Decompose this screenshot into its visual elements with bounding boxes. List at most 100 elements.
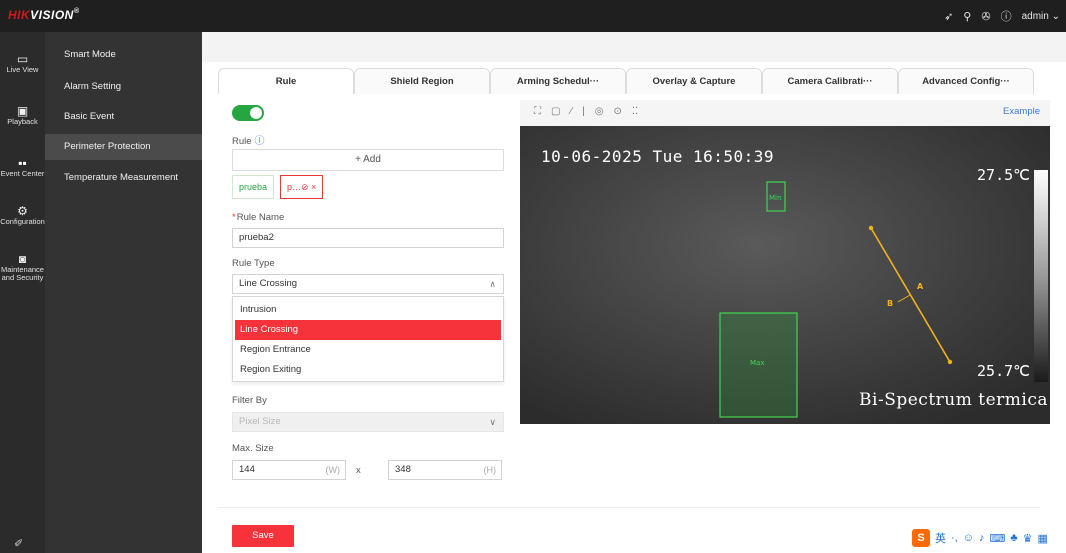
keyboard-icon[interactable]: ⌨ xyxy=(989,532,1005,545)
filter-by-label: Filter By xyxy=(232,395,267,406)
rule-chip-prueba[interactable]: prueba xyxy=(232,175,275,199)
nav-label: Event Center xyxy=(0,169,45,178)
ime-toolbar: S 英 ·, ☺ ♪ ⌨ ♣ ♛ ▦ xyxy=(912,528,1048,548)
toolbox-icon[interactable]: ♛ xyxy=(1023,532,1033,545)
search-icon[interactable]: ⚲ xyxy=(963,10,971,23)
ime-language-toggle[interactable]: 英 xyxy=(935,530,946,546)
menu-grid-icon[interactable]: ▦ xyxy=(1037,532,1047,545)
nav-playback[interactable]: ▣ Playback xyxy=(0,104,45,126)
rule-name-input[interactable]: prueba2 xyxy=(232,228,504,248)
enable-toggle[interactable] xyxy=(232,105,264,121)
line-end-handle[interactable] xyxy=(947,359,953,365)
osd-channel-name: Bi-Spectrum termica xyxy=(859,390,1048,410)
tool-divider: | xyxy=(582,106,585,117)
tab-advanced-config[interactable]: Advanced Config··· xyxy=(898,68,1034,94)
nav-label: Playback xyxy=(7,117,38,126)
nav-label: Live View xyxy=(6,65,39,74)
option-line-crossing[interactable]: Line Crossing xyxy=(235,320,501,340)
user-menu[interactable]: admin ⌄ xyxy=(1022,11,1060,22)
rule-type-select[interactable]: Line Crossing ∧ xyxy=(232,274,504,294)
camera-icon[interactable]: ◎ xyxy=(595,106,604,117)
user-name: admin xyxy=(1021,10,1049,22)
tab-rule[interactable]: Rule xyxy=(218,68,354,94)
tab-overlay-capture[interactable]: Overlay & Capture xyxy=(626,68,762,94)
required-mark: * xyxy=(232,212,236,223)
max-height-value: 348 xyxy=(395,464,411,475)
event-submenu: Smart Mode Alarm Setting Basic Event Per… xyxy=(45,32,202,553)
line-side-a: A xyxy=(917,282,924,291)
top-right-controls: ➶ ⚲ ✇ ⓘ admin ⌄ xyxy=(944,0,1060,32)
height-unit: (H) xyxy=(483,465,497,475)
rule-chip-selected[interactable]: p…⊘ × xyxy=(280,175,324,199)
fullscreen-icon[interactable]: ⁚⁚ xyxy=(632,106,638,117)
nav-event-center[interactable]: ▪▪ Event Center xyxy=(0,156,45,178)
filter-by-value: Pixel Size xyxy=(239,416,281,427)
line-draw-icon[interactable]: ⁄ xyxy=(570,106,572,117)
chevron-down-icon: ⌄ xyxy=(1051,10,1060,22)
rule-type-value: Line Crossing xyxy=(239,278,298,289)
shield-icon: ◙ xyxy=(18,252,27,266)
play-icon: ▣ xyxy=(16,104,29,118)
chevron-up-icon: ∧ xyxy=(489,279,496,289)
rule-label-row: Rule ⓘ xyxy=(232,132,265,147)
filter-by-select: Pixel Size ∨ xyxy=(232,412,504,432)
nav-label: Maintenance and Security xyxy=(1,265,44,282)
example-link[interactable]: Example xyxy=(1003,106,1040,117)
top-bar: HIKVISION® ➶ ⚲ ✇ ⓘ admin ⌄ xyxy=(0,0,1066,32)
rectangle-icon[interactable]: ▢ xyxy=(551,106,560,117)
send-icon[interactable]: ➶ xyxy=(944,10,953,23)
add-rule-button[interactable]: + Add xyxy=(232,149,504,171)
max-height-input[interactable]: 348 (H) xyxy=(388,460,502,480)
chevron-down-icon: ∨ xyxy=(489,417,496,427)
info-circle-icon[interactable]: ⓘ xyxy=(255,136,265,147)
tab-shield-region[interactable]: Shield Region xyxy=(354,68,490,94)
header-strip xyxy=(202,32,1066,62)
main-nav-rail: ▭ Live View ▣ Playback ▪▪ Event Center ⚙… xyxy=(0,32,45,553)
max-width-value: 144 xyxy=(239,464,255,475)
nav-maintenance-security[interactable]: ◙ Maintenance and Security xyxy=(0,252,45,282)
video-toolbar: ⛶ ▢ ⁄ | ◎ ⊙ ⁚⁚ Example xyxy=(520,100,1050,126)
tab-camera-calibration[interactable]: Camera Calibrati··· xyxy=(762,68,898,94)
drawing-tools: ⛶ ▢ ⁄ | ◎ ⊙ ⁚⁚ xyxy=(534,106,638,117)
hikvision-logo: HIKVISION® xyxy=(8,8,80,22)
option-intrusion[interactable]: Intrusion xyxy=(235,300,501,320)
submenu-item-basic-event[interactable]: Basic Event xyxy=(45,104,202,130)
option-region-entrance[interactable]: Region Entrance xyxy=(235,340,501,360)
osd-timestamp: 10-06-2025 Tue 16:50:39 xyxy=(541,147,775,166)
max-width-input[interactable]: 144 (W) xyxy=(232,460,346,480)
width-unit: (W) xyxy=(325,465,341,475)
rule-name-label-row: *Rule Name xyxy=(232,212,284,223)
submenu-item-perimeter-protection[interactable]: Perimeter Protection xyxy=(45,134,202,160)
video-overlay: Min Max A B xyxy=(520,126,1050,424)
submenu-item-alarm-setting[interactable]: Alarm Setting xyxy=(45,74,202,100)
submenu-item-temperature-measurement[interactable]: Temperature Measurement xyxy=(45,165,202,191)
skin-icon[interactable]: ♣ xyxy=(1010,532,1017,544)
temperature-scale-bar xyxy=(1034,170,1048,382)
info-icon[interactable]: ⓘ xyxy=(1001,8,1012,24)
emoji-icon[interactable]: ☺ xyxy=(963,532,974,544)
rule-type-dropdown: Intrusion Line Crossing Region Entrance … xyxy=(232,296,504,382)
tab-arming-schedule[interactable]: Arming Schedul··· xyxy=(490,68,626,94)
submenu-item-smart-mode[interactable]: Smart Mode xyxy=(45,42,202,68)
option-region-exiting[interactable]: Region Exiting xyxy=(235,360,501,380)
sogou-logo-icon[interactable]: S xyxy=(912,529,930,547)
gear-icon: ⚙ xyxy=(17,204,28,218)
punctuation-icon[interactable]: ·, xyxy=(951,532,958,544)
line-side-b: B xyxy=(887,299,893,308)
rule-type-label: Rule Type xyxy=(232,258,275,269)
grid-icon: ▪▪ xyxy=(18,156,27,170)
line-start-handle[interactable] xyxy=(868,225,874,231)
help-icon[interactable]: ✇ xyxy=(981,10,990,23)
save-button[interactable]: Save xyxy=(232,525,294,547)
region-draw-icon[interactable]: ⛶ xyxy=(534,106,541,117)
record-icon[interactable]: ⊙ xyxy=(613,106,621,117)
main-content: Rule Shield Region Arming Schedul··· Ove… xyxy=(202,32,1066,553)
nav-configuration[interactable]: ⚙ Configuration xyxy=(0,204,45,226)
voice-icon[interactable]: ♪ xyxy=(979,532,985,544)
thermal-video-preview[interactable]: Min Max A B 10-06-2025 Tue 16:50:39 27.5… xyxy=(520,126,1050,424)
config-tabs: Rule Shield Region Arming Schedul··· Ove… xyxy=(218,62,1034,94)
nav-live-view[interactable]: ▭ Live View xyxy=(0,52,45,74)
rule-name-label: Rule Name xyxy=(236,212,285,223)
max-size-label: Max. Size xyxy=(232,443,274,454)
pen-icon[interactable]: ✐ xyxy=(14,537,23,550)
